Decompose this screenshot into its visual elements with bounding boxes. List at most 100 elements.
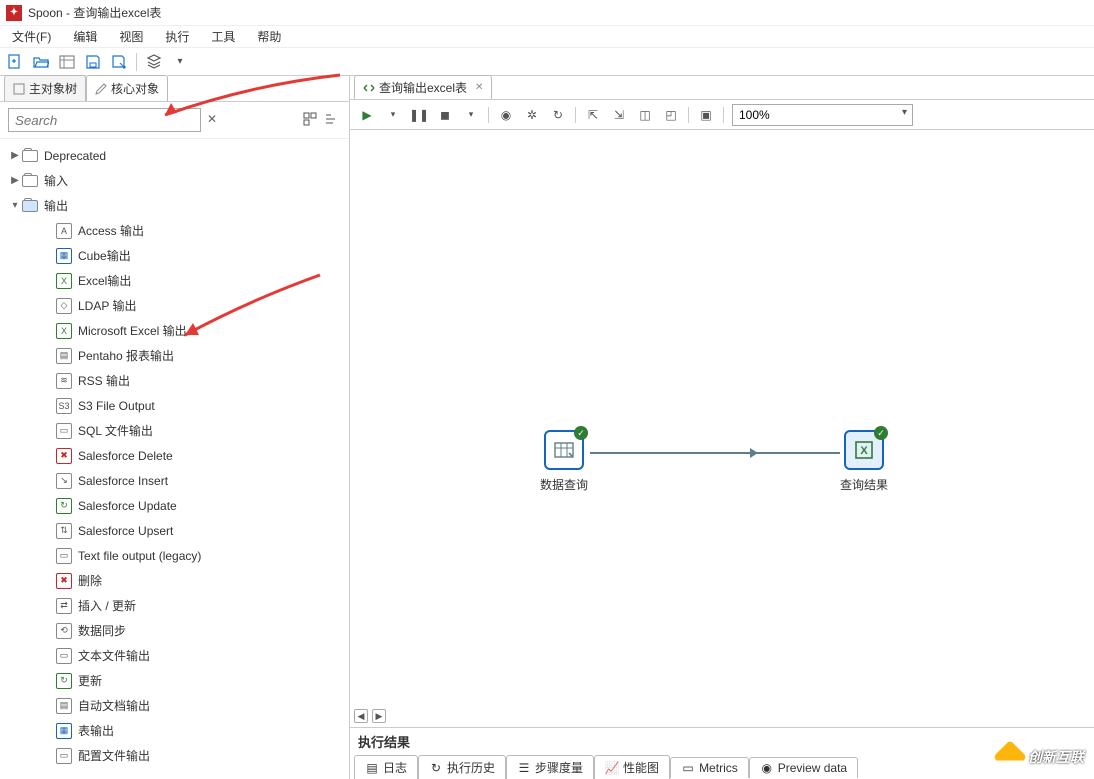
tree-item-delete[interactable]: ✖删除 bbox=[0, 568, 349, 593]
tab-design[interactable]: 核心对象 bbox=[86, 75, 168, 101]
collapse-all-icon[interactable] bbox=[325, 112, 341, 128]
result-tab-preview[interactable]: ◉Preview data bbox=[749, 757, 858, 778]
check-badge-icon: ✓ bbox=[874, 426, 888, 440]
toolbar-separator bbox=[688, 107, 689, 123]
menu-tools[interactable]: 工具 bbox=[207, 26, 239, 47]
transformation-icon bbox=[363, 82, 375, 94]
tree-item-sf-delete[interactable]: ✖Salesforce Delete bbox=[0, 443, 349, 468]
tree-item-props-output[interactable]: ▭配置文件输出 bbox=[0, 743, 349, 768]
check-badge-icon: ✓ bbox=[574, 426, 588, 440]
tree-item-sql-file-output[interactable]: ▭SQL 文件输出 bbox=[0, 418, 349, 443]
folder-icon bbox=[22, 150, 38, 162]
tree-item-ldap-output[interactable]: ◇LDAP 输出 bbox=[0, 293, 349, 318]
canvas-tab-label: 查询输出excel表 bbox=[379, 79, 467, 96]
replay-icon[interactable]: ↻ bbox=[549, 106, 567, 124]
result-tab-history[interactable]: ↻执行历史 bbox=[418, 755, 506, 779]
tree-label: 输入 bbox=[44, 172, 68, 189]
tree-item-ms-excel-output[interactable]: XMicrosoft Excel 输出 bbox=[0, 318, 349, 343]
pause-icon[interactable]: ❚❚ bbox=[410, 106, 428, 124]
sql-icon[interactable]: ◫ bbox=[636, 106, 654, 124]
perf-icon: 📈 bbox=[605, 761, 619, 775]
explore-db-icon[interactable]: ◰ bbox=[662, 106, 680, 124]
hop-line[interactable] bbox=[590, 452, 840, 454]
expand-all-icon[interactable] bbox=[303, 112, 319, 128]
main-toolbar: ▾ bbox=[0, 48, 1094, 76]
step-data-query[interactable]: ✓ 数据查询 bbox=[540, 430, 588, 493]
explorer-icon[interactable] bbox=[58, 53, 76, 71]
salesforce-upsert-icon: ⇅ bbox=[56, 523, 72, 539]
save-as-icon[interactable] bbox=[110, 53, 128, 71]
title-bar: ✦ Spoon - 查询输出excel表 bbox=[0, 0, 1094, 26]
results-title: 执行结果 bbox=[350, 728, 1094, 755]
result-tab-metrics[interactable]: ▭Metrics bbox=[670, 757, 749, 778]
open-file-icon[interactable] bbox=[32, 53, 50, 71]
menu-bar: 文件(F) 编辑 视图 执行 工具 帮助 bbox=[0, 26, 1094, 48]
text-output-icon: ▭ bbox=[56, 648, 72, 664]
tree-item-sf-update[interactable]: ↻Salesforce Update bbox=[0, 493, 349, 518]
menu-help[interactable]: 帮助 bbox=[253, 26, 285, 47]
tree-item-insert-update[interactable]: ⇄插入 / 更新 bbox=[0, 593, 349, 618]
tree-item-access-output[interactable]: AAccess 输出 bbox=[0, 218, 349, 243]
menu-run[interactable]: 执行 bbox=[161, 26, 193, 47]
tree-item-sf-upsert[interactable]: ⇅Salesforce Upsert bbox=[0, 518, 349, 543]
tree-item-excel-output[interactable]: XExcel输出 bbox=[0, 268, 349, 293]
props-output-icon: ▭ bbox=[56, 748, 72, 764]
folder-icon bbox=[22, 175, 38, 187]
menu-file[interactable]: 文件(F) bbox=[8, 26, 55, 47]
db-layers-icon[interactable] bbox=[145, 53, 163, 71]
scroll-right-icon[interactable]: ▶ bbox=[372, 709, 386, 723]
run-dropdown-icon[interactable]: ▾ bbox=[384, 106, 402, 124]
cube-icon: ▦ bbox=[56, 248, 72, 264]
clear-search-icon[interactable]: ✕ bbox=[207, 112, 223, 128]
close-tab-icon[interactable]: ✕ bbox=[475, 82, 483, 93]
tree-item-table-output[interactable]: ▦表输出 bbox=[0, 718, 349, 743]
tree-item-auto-doc[interactable]: ▤自动文档输出 bbox=[0, 693, 349, 718]
tree-item-pentaho-report[interactable]: ▤Pentaho 报表输出 bbox=[0, 343, 349, 368]
show-results-icon[interactable]: ▣ bbox=[697, 106, 715, 124]
run-icon[interactable]: ▶ bbox=[358, 106, 376, 124]
verify-icon[interactable]: ⇱ bbox=[584, 106, 602, 124]
impact-icon[interactable]: ⇲ bbox=[610, 106, 628, 124]
result-tab-perf[interactable]: 📈性能图 bbox=[594, 755, 670, 779]
tree-item-cube-output[interactable]: ▦Cube输出 bbox=[0, 243, 349, 268]
save-icon[interactable] bbox=[84, 53, 102, 71]
stop-icon[interactable]: ◼ bbox=[436, 106, 454, 124]
tree-item-sync-after-merge[interactable]: ⟲数据同步 bbox=[0, 618, 349, 643]
tab-main-tree-label: 主对象树 bbox=[29, 80, 77, 97]
menu-view[interactable]: 视图 bbox=[115, 26, 147, 47]
search-input[interactable] bbox=[8, 108, 201, 132]
new-file-icon[interactable] bbox=[6, 53, 24, 71]
tree-item-rss-output[interactable]: ≋RSS 输出 bbox=[0, 368, 349, 393]
toolbar-separator bbox=[136, 53, 137, 71]
dropdown-arrow-icon[interactable]: ▾ bbox=[171, 53, 189, 71]
tree-item-text-file-legacy[interactable]: ▭Text file output (legacy) bbox=[0, 543, 349, 568]
preview-icon[interactable]: ◉ bbox=[497, 106, 515, 124]
tree-folder-output[interactable]: ▾输出 bbox=[0, 193, 349, 218]
step-query-result[interactable]: X ✓ 查询结果 bbox=[840, 430, 888, 493]
stop-dropdown-icon[interactable]: ▾ bbox=[462, 106, 480, 124]
tree-item-update[interactable]: ↻更新 bbox=[0, 668, 349, 693]
step-metrics-icon: ☰ bbox=[517, 761, 531, 775]
table-output-icon: ▦ bbox=[56, 723, 72, 739]
result-tab-log[interactable]: ▤日志 bbox=[354, 755, 418, 779]
menu-edit[interactable]: 编辑 bbox=[69, 26, 101, 47]
result-tab-step-metrics[interactable]: ☰步骤度量 bbox=[506, 755, 594, 779]
tree-item-sf-insert[interactable]: ↘Salesforce Insert bbox=[0, 468, 349, 493]
excel-output-icon: X bbox=[853, 439, 875, 461]
salesforce-delete-icon: ✖ bbox=[56, 448, 72, 464]
text-file-icon: ▭ bbox=[56, 548, 72, 564]
access-icon: A bbox=[56, 223, 72, 239]
debug-icon[interactable]: ✲ bbox=[523, 106, 541, 124]
tree-folder-deprecated[interactable]: ▶Deprecated bbox=[0, 143, 349, 168]
window-title: Spoon - 查询输出excel表 bbox=[28, 4, 161, 21]
scroll-left-icon[interactable]: ◀ bbox=[354, 709, 368, 723]
tree-item-text-file-output[interactable]: ▭文本文件输出 bbox=[0, 643, 349, 668]
zoom-select[interactable] bbox=[732, 104, 913, 126]
transformation-canvas[interactable]: ✓ 数据查询 X ✓ 查询结果 ◀ ▶ bbox=[350, 130, 1094, 727]
tree-item-s3-file-output[interactable]: S3S3 File Output bbox=[0, 393, 349, 418]
tree-folder-input[interactable]: ▶输入 bbox=[0, 168, 349, 193]
canvas-toolbar: ▶ ▾ ❚❚ ◼ ▾ ◉ ✲ ↻ ⇱ ⇲ ◫ ◰ ▣ bbox=[350, 100, 1094, 130]
tab-main-object-tree[interactable]: 主对象树 bbox=[4, 75, 86, 101]
canvas-tab-transformation[interactable]: 查询输出excel表 ✕ bbox=[354, 75, 492, 99]
preview-data-icon: ◉ bbox=[760, 761, 774, 775]
